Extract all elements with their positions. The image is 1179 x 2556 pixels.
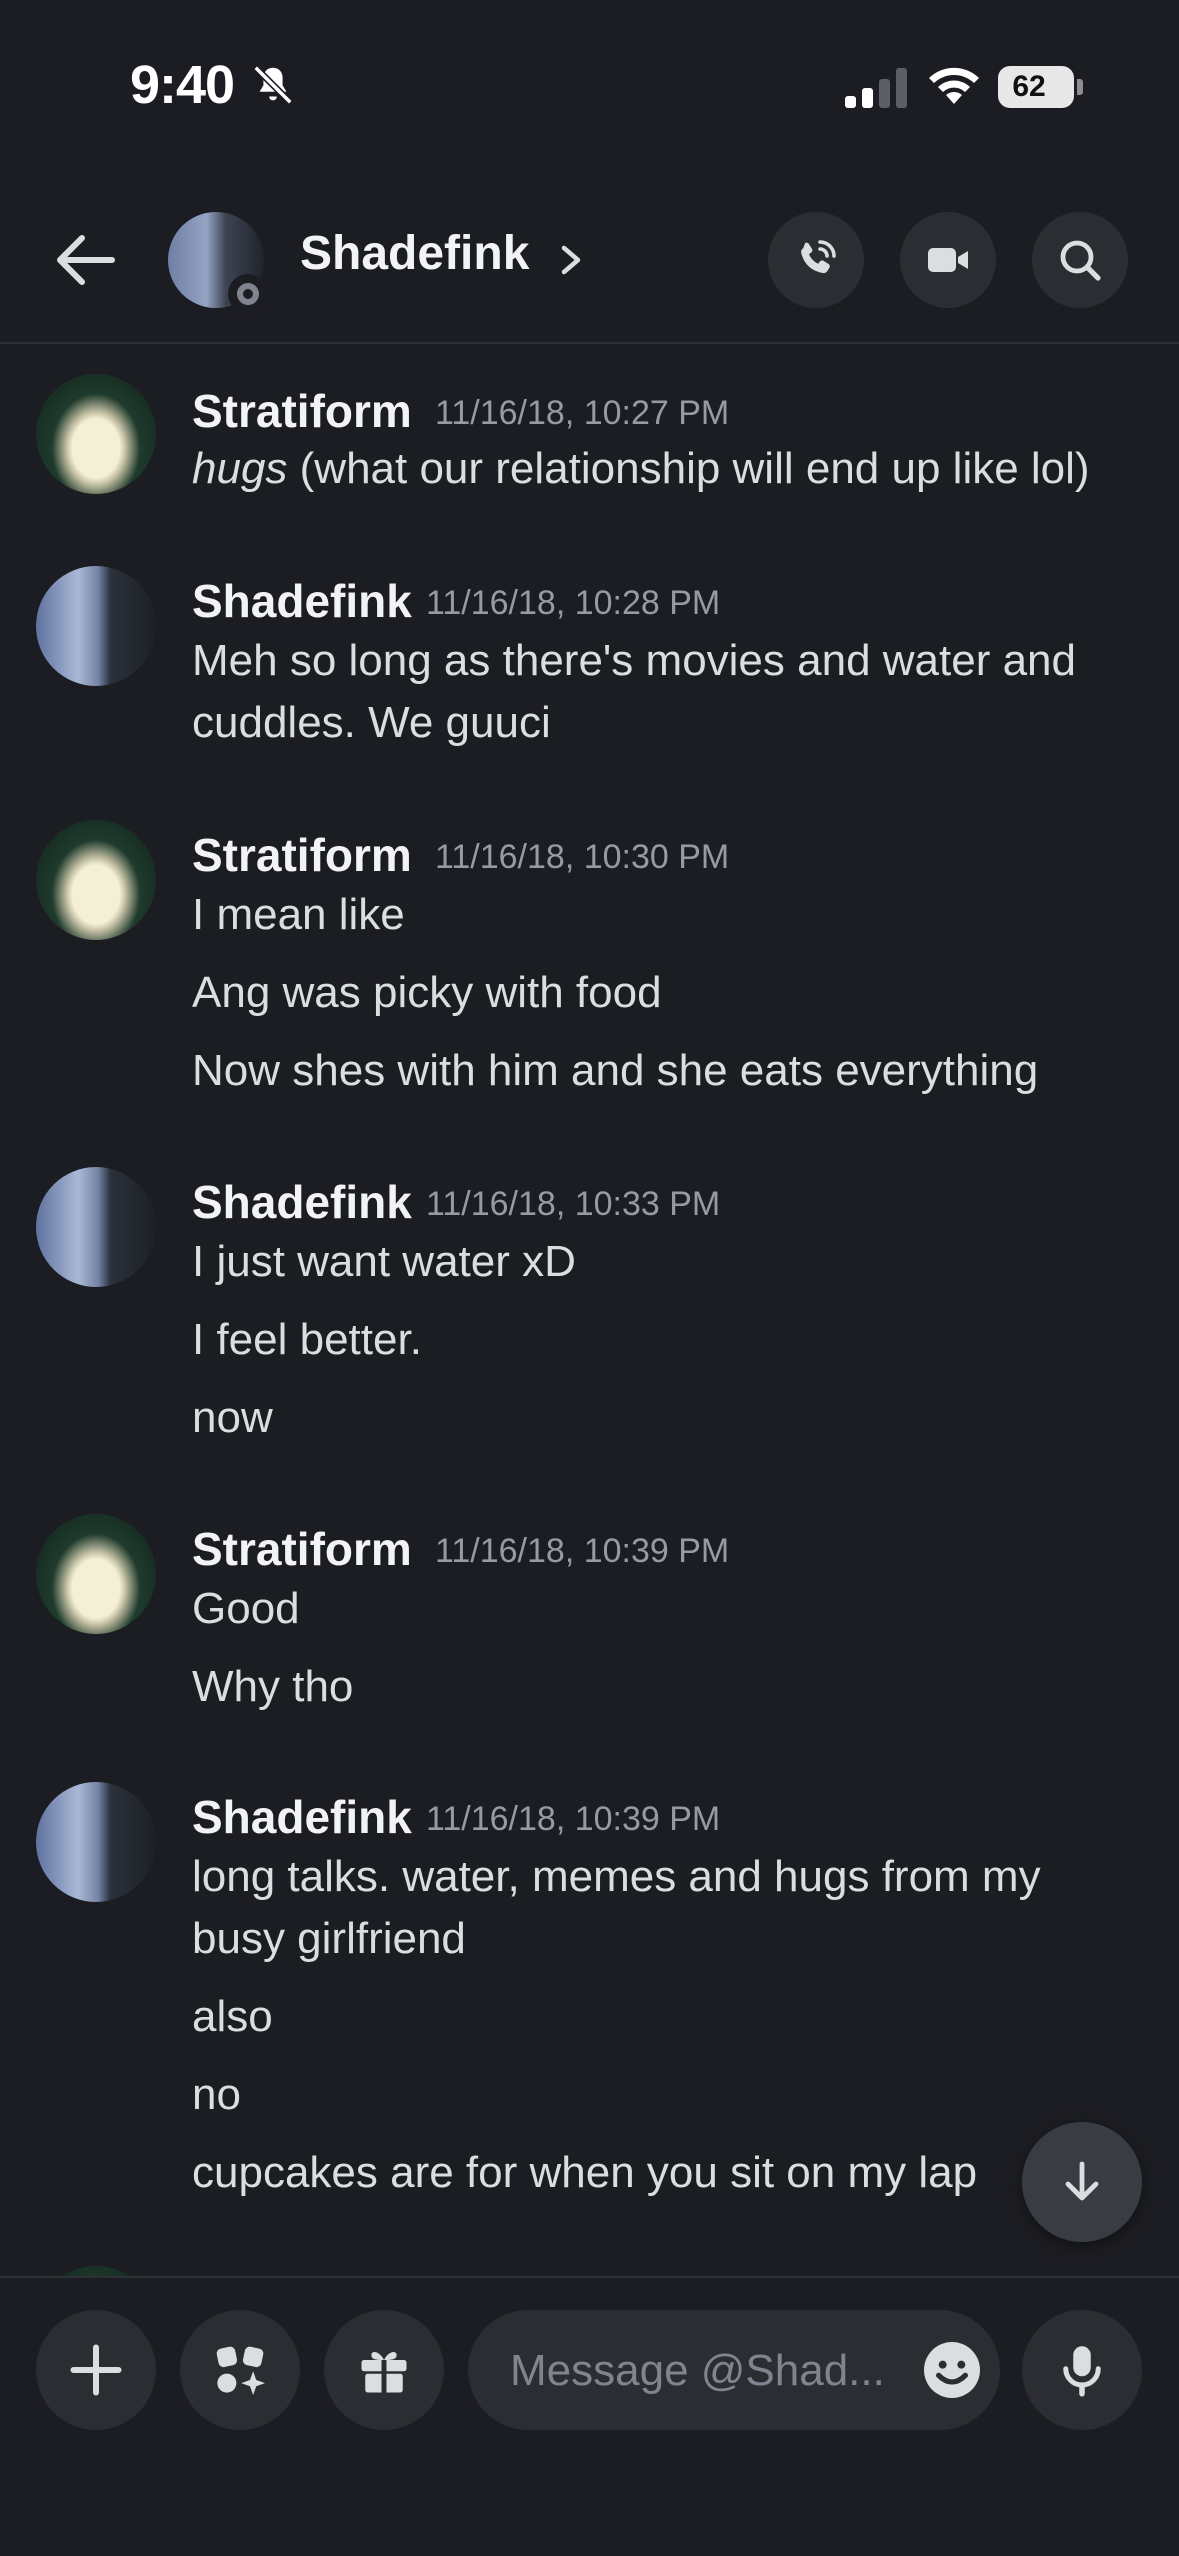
chevron-right-icon[interactable] — [556, 240, 586, 280]
voice-message-button[interactable] — [1022, 2310, 1142, 2430]
message-author[interactable]: Stratiform — [192, 384, 412, 438]
message-author[interactable]: Stratiform — [192, 1522, 412, 1576]
avatar[interactable] — [36, 1167, 156, 1287]
battery-level: 62 — [1012, 70, 1046, 103]
avatar[interactable] — [36, 1514, 156, 1634]
status-bar: 9:40 62 — [0, 0, 1179, 170]
message-text: busy girlfriend — [192, 1914, 466, 1963]
message-text: I feel better. — [192, 1315, 422, 1364]
message-text: Meh so long as there's movies and water … — [192, 636, 1076, 685]
header-title[interactable]: Shadefink — [300, 226, 529, 281]
battery-cap — [1077, 79, 1083, 95]
arrow-left-icon[interactable] — [48, 230, 120, 290]
message-composer: Message @Shad... — [0, 2276, 1179, 2556]
avatar[interactable] — [36, 374, 156, 494]
message-author[interactable]: Shadefink — [192, 1790, 412, 1844]
bell-slash-icon — [253, 65, 293, 105]
message-list[interactable]: Stratiform 11/16/18, 10:27 PM hugs (what… — [0, 346, 1179, 2276]
avatar[interactable] — [36, 1782, 156, 1902]
jump-to-latest-button[interactable] — [1022, 2122, 1142, 2242]
message-emphasis: hugs — [192, 444, 288, 493]
channel-header: Shadefink — [0, 170, 1179, 344]
message-input-placeholder: Message @Shad... — [510, 2346, 885, 2395]
arrow-down-icon — [1065, 2161, 1099, 2201]
message-input[interactable]: Message @Shad... — [468, 2310, 1000, 2430]
avatar[interactable] — [36, 2266, 156, 2276]
message-timestamp: 11/16/18, 10:28 PM — [426, 584, 721, 622]
apps-button[interactable] — [180, 2310, 300, 2430]
message-text: I mean like — [192, 890, 405, 939]
status-indicator — [228, 274, 268, 314]
message-text: also — [192, 1992, 273, 2041]
message-timestamp: 11/16/18, 10:39 PM — [435, 1532, 730, 1570]
message-author[interactable]: Stratiform — [192, 828, 412, 882]
avatar[interactable] — [36, 566, 156, 686]
search-icon — [1060, 240, 1101, 281]
message-text: cupcakes are for when you sit on my lap — [192, 2148, 978, 2197]
message-text: Why tho — [192, 1662, 354, 1711]
status-time: 9:40 — [130, 55, 235, 115]
gift-button[interactable] — [324, 2310, 444, 2430]
message-text: hugs (what our relationship will end up … — [192, 444, 1090, 494]
message-timestamp: 11/16/18, 10:33 PM — [426, 1185, 721, 1223]
avatar[interactable] — [36, 820, 156, 940]
message-author[interactable]: Shadefink — [192, 1175, 412, 1229]
video-call-button[interactable] — [900, 212, 996, 308]
search-button[interactable] — [1032, 212, 1128, 308]
video-camera-icon — [928, 248, 968, 272]
message-text: cuddles. We guuci — [192, 698, 551, 747]
message-timestamp: 11/16/18, 10:27 PM — [435, 394, 730, 432]
message-text: I just want water xD — [192, 1237, 576, 1286]
signal-icon — [845, 68, 907, 108]
message-text: Now shes with him and she eats everythin… — [192, 1046, 1039, 1095]
emoji-icon[interactable] — [920, 2338, 984, 2402]
wifi-icon — [929, 67, 979, 104]
message-timestamp: 11/16/18, 10:39 PM — [426, 1800, 721, 1838]
message-timestamp: 11/16/18, 10:30 PM — [435, 838, 730, 876]
message-text: no — [192, 2070, 241, 2119]
battery-indicator: 62 — [998, 66, 1074, 108]
message-text: long talks. water, memes and hugs from m… — [192, 1852, 1041, 1901]
offline-status-icon — [237, 283, 259, 305]
attach-button[interactable] — [36, 2310, 156, 2430]
microphone-icon — [1063, 2346, 1101, 2397]
message-text: Ang was picky with food — [192, 968, 662, 1017]
message-text: now — [192, 1393, 273, 1442]
gift-icon — [361, 2351, 407, 2393]
message-text: Good — [192, 1584, 300, 1633]
apps-sparkle-icon — [216, 2346, 265, 2395]
phone-call-icon — [801, 240, 836, 274]
plus-icon — [70, 2344, 122, 2396]
voice-call-button[interactable] — [768, 212, 864, 308]
message-text-rest: (what our relationship will end up like … — [287, 444, 1090, 493]
message-author[interactable]: Shadefink — [192, 574, 412, 628]
